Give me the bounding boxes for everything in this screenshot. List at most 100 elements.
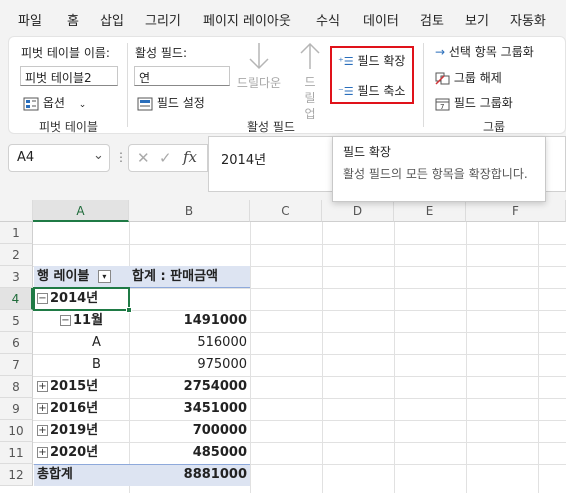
menu-bar: 파일 홈 삽입 그리기 페이지 레이아웃 수식 데이터 검토 보기 자동화 — [0, 0, 566, 36]
enter-icon[interactable]: ✓ — [159, 149, 172, 167]
group-selection-button[interactable]: → 선택 항목 그룹화 — [435, 43, 534, 60]
row-header[interactable]: 11 — [0, 442, 33, 464]
tab-home[interactable]: 홈 — [67, 10, 79, 29]
expand-field-tooltip: 필드 확장 활성 필드의 모든 항목을 확장합니다. — [332, 136, 546, 202]
gridline — [538, 222, 539, 493]
drilldown-button[interactable]: 드릴다운 — [235, 41, 283, 101]
row-header[interactable]: 10 — [0, 420, 33, 442]
row-header[interactable]: 9 — [0, 398, 33, 420]
column-header-b[interactable]: B — [129, 200, 250, 222]
group-label-active-field: 활성 필드 — [247, 120, 295, 134]
row-header[interactable]: 5 — [0, 310, 33, 332]
filter-dropdown-icon[interactable]: ▾ — [97, 270, 111, 283]
gridline — [33, 332, 566, 333]
expand-field-button[interactable]: ⁺☰ 필드 확장 — [338, 52, 405, 69]
column-header-e[interactable]: E — [394, 200, 466, 222]
row-header[interactable]: 1 — [0, 222, 33, 244]
options-label: 옵션 — [42, 96, 65, 110]
gridline — [322, 222, 323, 493]
more-options-icon[interactable]: ⋮ — [115, 150, 127, 164]
gridline — [33, 420, 566, 421]
calendar-icon: 7 — [435, 98, 450, 111]
chevron-down-icon: ⌄ — [78, 100, 87, 110]
tooltip-body: 활성 필드의 모든 항목을 확장합니다. — [343, 167, 528, 181]
options-icon — [23, 97, 39, 110]
group-separator — [423, 43, 424, 127]
chevron-down-icon[interactable]: ⌄ — [93, 148, 104, 163]
tab-view[interactable]: 보기 — [465, 10, 489, 29]
expand-icon[interactable]: + — [37, 447, 48, 458]
row-labels-header[interactable]: 행 레이블 ▾ — [37, 266, 111, 288]
tab-review[interactable]: 검토 — [420, 10, 444, 29]
row-header[interactable]: 12 — [0, 464, 33, 486]
tab-file[interactable]: 파일 — [18, 10, 42, 29]
options-button[interactable]: 옵션 ⌄ — [23, 94, 86, 111]
field-settings-icon — [137, 97, 153, 110]
gridline — [33, 376, 566, 377]
select-all-corner[interactable] — [0, 200, 33, 222]
group-label-group: 그룹 — [483, 120, 506, 134]
pivot-row-2019[interactable]: +2019년 — [37, 420, 98, 442]
column-header-c[interactable]: C — [250, 200, 322, 222]
pivot-value: 2754000 — [183, 379, 247, 394]
cancel-icon[interactable]: ✕ — [137, 149, 150, 167]
svg-text:7: 7 — [440, 103, 444, 111]
expand-icon[interactable]: + — [37, 403, 48, 414]
tab-insert[interactable]: 삽입 — [100, 10, 124, 29]
gridline — [33, 244, 566, 245]
gridline — [33, 442, 566, 443]
name-box-value: A4 — [17, 150, 35, 165]
column-header-f[interactable]: F — [466, 200, 566, 222]
gridline — [33, 398, 566, 399]
expand-icon[interactable]: + — [37, 381, 48, 392]
row-header[interactable]: 7 — [0, 354, 33, 376]
group-field-label: 필드 그룹화 — [453, 96, 513, 110]
tab-draw[interactable]: 그리기 — [145, 10, 181, 29]
fx-icon[interactable]: fx — [183, 148, 197, 166]
pivot-row-11[interactable]: −11월 — [60, 310, 103, 332]
pivot-value: 485000 — [192, 445, 247, 460]
active-cell-border — [33, 287, 130, 311]
tab-page-layout[interactable]: 페이지 레이아웃 — [203, 10, 291, 29]
pivot-name-input[interactable]: 피벗 테이블2 — [20, 66, 118, 86]
row-header[interactable]: 4 — [0, 288, 33, 310]
name-box[interactable]: A4 ⌄ — [8, 144, 110, 172]
ungroup-label: 그룹 해제 — [453, 71, 502, 85]
pivot-row-label: 2016년 — [50, 401, 99, 416]
group-selection-label: 선택 항목 그룹화 — [448, 45, 534, 59]
pivot-row-2020[interactable]: +2020년 — [37, 442, 98, 464]
group-separator — [127, 43, 128, 127]
field-settings-label: 필드 설정 — [156, 96, 205, 110]
ungroup-button[interactable]: 그룹 해제 — [435, 69, 502, 86]
pivot-row-label: 2019년 — [50, 423, 99, 438]
worksheet-grid[interactable]: A B C D E F 1 2 3 4 5 6 7 8 9 10 11 12 행… — [0, 200, 566, 493]
tab-automate[interactable]: 자동화 — [510, 10, 546, 29]
fill-handle[interactable] — [126, 307, 132, 313]
column-header-a[interactable]: A — [33, 200, 129, 222]
ribbon: 피벗 테이블 이름: 피벗 테이블2 옵션 ⌄ 피벗 테이블 활성 필드: 연 … — [8, 36, 566, 134]
active-field-input[interactable]: 연 — [134, 66, 230, 86]
group-field-button[interactable]: 7 필드 그룹화 — [435, 94, 513, 111]
row-header[interactable]: 6 — [0, 332, 33, 354]
expand-icon[interactable]: + — [37, 425, 48, 436]
drilldown-label: 드릴다운 — [236, 76, 282, 90]
tab-formulas[interactable]: 수식 — [316, 10, 340, 29]
pivot-row-2016[interactable]: +2016년 — [37, 398, 98, 420]
collapse-field-button[interactable]: ⁻☰ 필드 축소 — [338, 82, 405, 99]
expand-field-icon: ⁺☰ — [338, 55, 354, 68]
column-header-d[interactable]: D — [322, 200, 394, 222]
row-labels-text: 행 레이블 — [37, 269, 90, 284]
tab-data[interactable]: 데이터 — [363, 10, 399, 29]
field-settings-button[interactable]: 필드 설정 — [137, 94, 205, 111]
drillup-button[interactable]: 드릴 업 — [293, 41, 327, 121]
pivot-value: 3451000 — [183, 401, 247, 416]
arrow-up-icon — [300, 42, 320, 69]
collapse-field-icon: ⁻☰ — [338, 85, 354, 98]
formula-value: 2014년 — [221, 153, 267, 168]
collapse-icon[interactable]: − — [60, 315, 71, 326]
pivot-row-2015[interactable]: +2015년 — [37, 376, 98, 398]
row-header[interactable]: 2 — [0, 244, 33, 266]
row-header[interactable]: 3 — [0, 266, 33, 288]
row-header[interactable]: 8 — [0, 376, 33, 398]
gridline — [33, 354, 566, 355]
